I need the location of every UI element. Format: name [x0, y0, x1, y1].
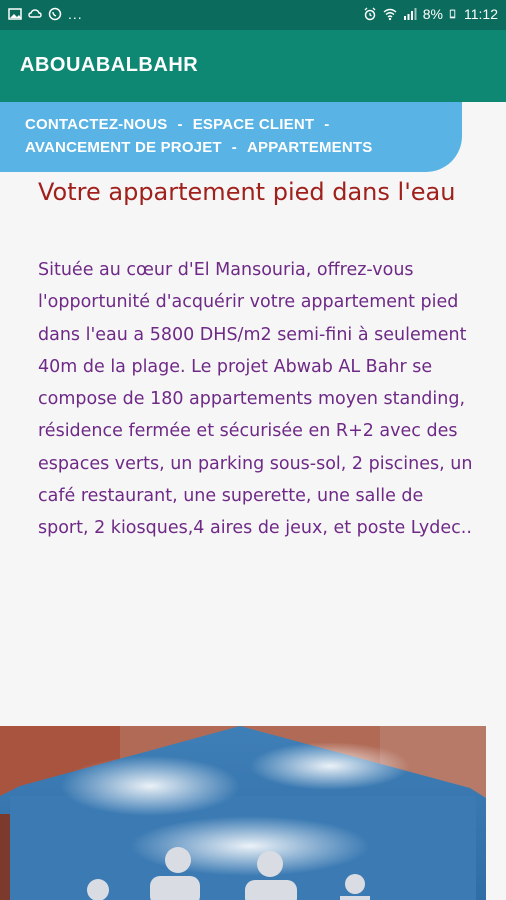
- nav-row-1: CONTACTEZ-NOUS - ESPACE CLIENT -: [25, 116, 339, 133]
- status-bar: ... 8% 11:12: [0, 0, 506, 30]
- signal-icon: [403, 8, 417, 20]
- page-description: Située au cœur d'El Mansouria, offrez-vo…: [38, 260, 473, 539]
- battery-percent: 8%: [422, 6, 443, 22]
- alarm-icon: [364, 7, 376, 21]
- nav-link-contact[interactable]: CONTACTEZ-NOUS: [25, 116, 168, 133]
- image-icon: [8, 8, 22, 20]
- battery-icon: [449, 9, 456, 19]
- nav-separator: -: [324, 116, 330, 133]
- app-title: ABOUABALBAHR: [20, 54, 199, 76]
- nav-separator: -: [231, 139, 237, 156]
- status-left-group: ...: [8, 7, 83, 21]
- status-right-group: 8% 11:12: [363, 7, 498, 21]
- nav-banner: CONTACTEZ-NOUS - ESPACE CLIENT - AVANCEM…: [0, 102, 462, 172]
- notification-dots: ...: [68, 6, 83, 22]
- app-bar: ABOUABALBAHR: [0, 30, 506, 102]
- nav-link-appartements[interactable]: APPARTEMENTS: [247, 139, 372, 156]
- hero-image-illustration: [0, 726, 486, 900]
- hero-image: [0, 726, 486, 900]
- whatsapp-icon: [48, 7, 62, 21]
- wifi-icon: [383, 8, 397, 21]
- clock: 11:12: [464, 6, 498, 22]
- nav-separator: -: [177, 116, 183, 133]
- page-title: Votre appartement pied dans l'eau: [38, 178, 456, 206]
- nav-row-2: AVANCEMENT DE PROJET - APPARTEMENTS: [25, 139, 372, 156]
- nav-link-avancement[interactable]: AVANCEMENT DE PROJET: [25, 139, 222, 156]
- cloud-icon: [28, 9, 42, 18]
- nav-link-espace-client[interactable]: ESPACE CLIENT: [193, 116, 315, 133]
